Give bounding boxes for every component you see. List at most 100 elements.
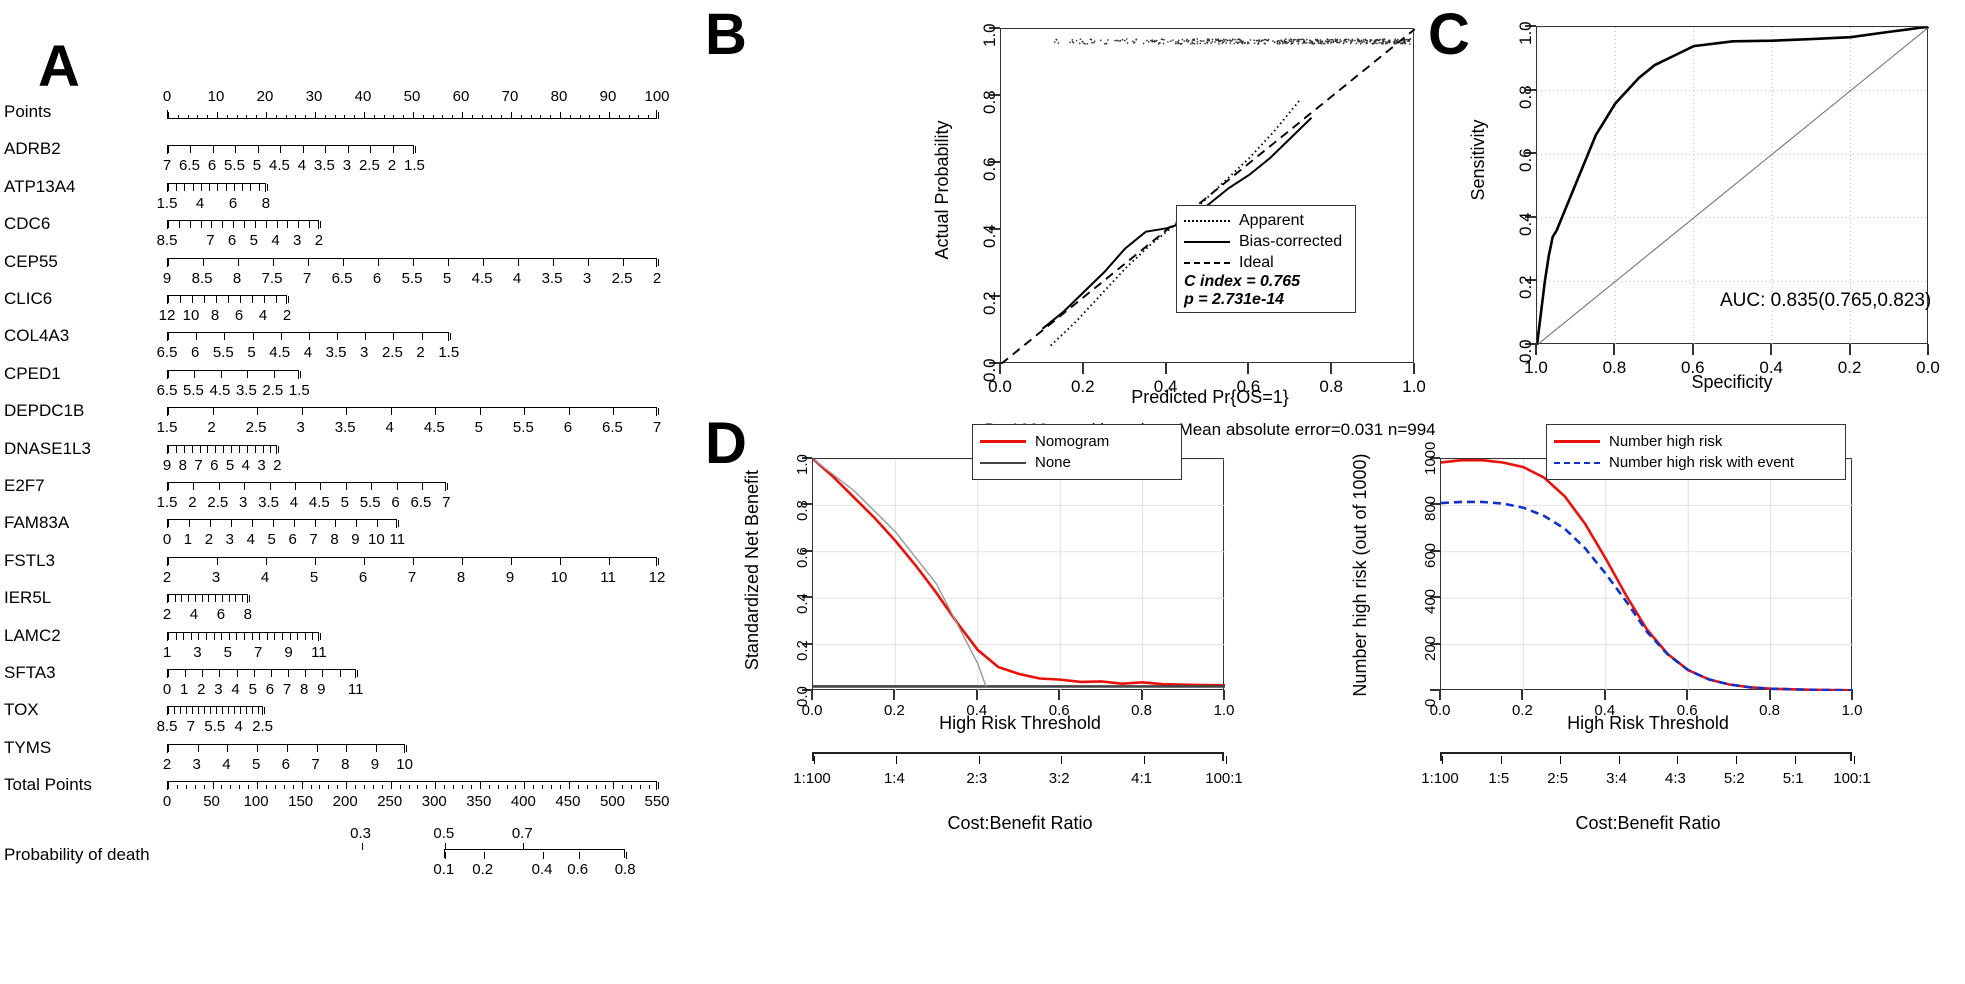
rug-point xyxy=(1284,39,1286,41)
nomogram-row-label: Points xyxy=(4,102,51,122)
rug-point xyxy=(1197,43,1199,45)
rug-point xyxy=(1215,39,1217,41)
cost-benefit-tick xyxy=(1619,756,1620,764)
rug-point xyxy=(1310,42,1312,44)
nomogram-axis xyxy=(167,145,414,154)
nomogram-minor-tick xyxy=(178,115,179,119)
rug-point xyxy=(1363,39,1365,41)
nomogram-minor-tick xyxy=(542,785,543,789)
rug-point xyxy=(1313,43,1315,45)
rug-point xyxy=(1175,43,1177,45)
nomogram-tick xyxy=(228,707,229,714)
nomogram-minor-tick xyxy=(266,785,267,789)
nomogram-minor-tick xyxy=(227,115,228,119)
panel-b-xtick xyxy=(1330,363,1332,374)
nomogram-minor-tick xyxy=(442,115,443,119)
cost-benefit-tick-label: 2:5 xyxy=(1547,770,1568,787)
rug-point xyxy=(1212,39,1214,41)
nomogram-tick xyxy=(658,558,659,565)
nomogram-tick xyxy=(190,146,191,153)
nomogram-axis xyxy=(167,519,397,528)
dca-series-nomogram xyxy=(813,459,1225,685)
rug-point xyxy=(1180,43,1182,45)
nomogram-minor-tick xyxy=(325,115,326,119)
nomogram-minor-tick xyxy=(246,115,247,119)
panel-d-left-xtick xyxy=(1141,690,1143,700)
nomogram-tick xyxy=(231,446,232,453)
nomogram-tick-label: 50 xyxy=(404,88,421,105)
nomogram-subtick xyxy=(191,633,192,640)
nomogram-tick xyxy=(235,595,236,602)
nomogram-minor-tick xyxy=(417,785,418,789)
nomogram-minor-tick xyxy=(531,115,532,119)
rug-point xyxy=(1327,38,1329,40)
nomogram-minor-tick xyxy=(596,785,597,789)
rug-point xyxy=(1183,40,1185,42)
panel-d-right-ytick-label: 400 xyxy=(1422,589,1439,614)
nomogram-subtick xyxy=(259,184,260,191)
panel-b-ytick-label: 0.8 xyxy=(980,90,1000,114)
nomogram-minor-tick xyxy=(619,115,620,119)
rug-point xyxy=(1332,41,1334,43)
nomogram-tick xyxy=(168,296,169,303)
nomogram-minor-tick xyxy=(344,115,345,119)
nomogram-tick xyxy=(233,221,234,228)
nomogram-tick xyxy=(270,483,271,490)
rug-point xyxy=(1126,38,1128,40)
cost-benefit-tick xyxy=(1226,756,1227,764)
nomogram-minor-tick xyxy=(275,785,276,789)
rug-point xyxy=(1224,40,1226,42)
rug-point xyxy=(1286,41,1288,43)
nomogram-subtick xyxy=(174,707,175,714)
nomogram-tick xyxy=(273,520,274,527)
panel-c-xtick xyxy=(1849,344,1851,355)
rug-point xyxy=(1229,42,1231,44)
nomogram-tick xyxy=(370,146,371,153)
rug-point xyxy=(1159,42,1161,44)
cost-benefit-tick-label: 5:1 xyxy=(1783,770,1804,787)
nomogram-minor-tick xyxy=(400,785,401,789)
rug-point xyxy=(1321,43,1323,45)
rug-point xyxy=(1256,40,1258,42)
panel-d-right-ytick-label: 600 xyxy=(1422,543,1439,568)
rug-point xyxy=(1389,39,1391,41)
nomogram-tick-label: 400 xyxy=(511,793,536,810)
nomogram-subtick xyxy=(282,633,283,640)
nomogram-tick xyxy=(511,558,512,565)
rug-point xyxy=(1268,39,1270,41)
nomogram-tick xyxy=(300,371,301,378)
nomogram-tick xyxy=(422,483,423,490)
cost-benefit-tick xyxy=(1442,756,1443,764)
nomogram-axis xyxy=(167,669,356,678)
nomogram-tick xyxy=(398,520,399,527)
rug-point xyxy=(1279,43,1281,45)
rug-point xyxy=(1376,43,1378,45)
nomogram-tick xyxy=(553,259,554,266)
nomogram-minor-tick xyxy=(328,785,329,789)
rug-point xyxy=(1082,41,1084,43)
rug-point xyxy=(1120,40,1122,42)
nomogram-tick xyxy=(348,146,349,153)
nomogram-row-label: DEPDC1B xyxy=(4,401,84,421)
nomogram-tick xyxy=(213,408,214,415)
rug-point xyxy=(1297,43,1299,45)
nomogram-tick xyxy=(240,707,241,714)
nomogram-tick xyxy=(518,259,519,266)
nomogram-tick xyxy=(511,112,512,119)
legend-label: Nomogram xyxy=(1035,433,1109,450)
rug-point xyxy=(1408,40,1410,42)
nomogram-tick xyxy=(250,184,251,191)
rug-point xyxy=(1079,43,1081,45)
nomogram-tick xyxy=(267,184,268,191)
nomogram-tick xyxy=(308,259,309,266)
panel-d-left-xtick-label: 0.4 xyxy=(959,702,995,719)
rug-point xyxy=(1284,42,1286,44)
nomogram-row-label: IER5L xyxy=(4,588,51,608)
cost-benefit-tick xyxy=(1677,756,1678,764)
nomogram-minor-tick xyxy=(374,115,375,119)
rug-point xyxy=(1232,39,1234,41)
legend-label: None xyxy=(1035,454,1071,471)
nomogram-tick xyxy=(320,633,321,640)
nomogram-tick xyxy=(213,146,214,153)
nomogram-axis xyxy=(167,781,657,790)
